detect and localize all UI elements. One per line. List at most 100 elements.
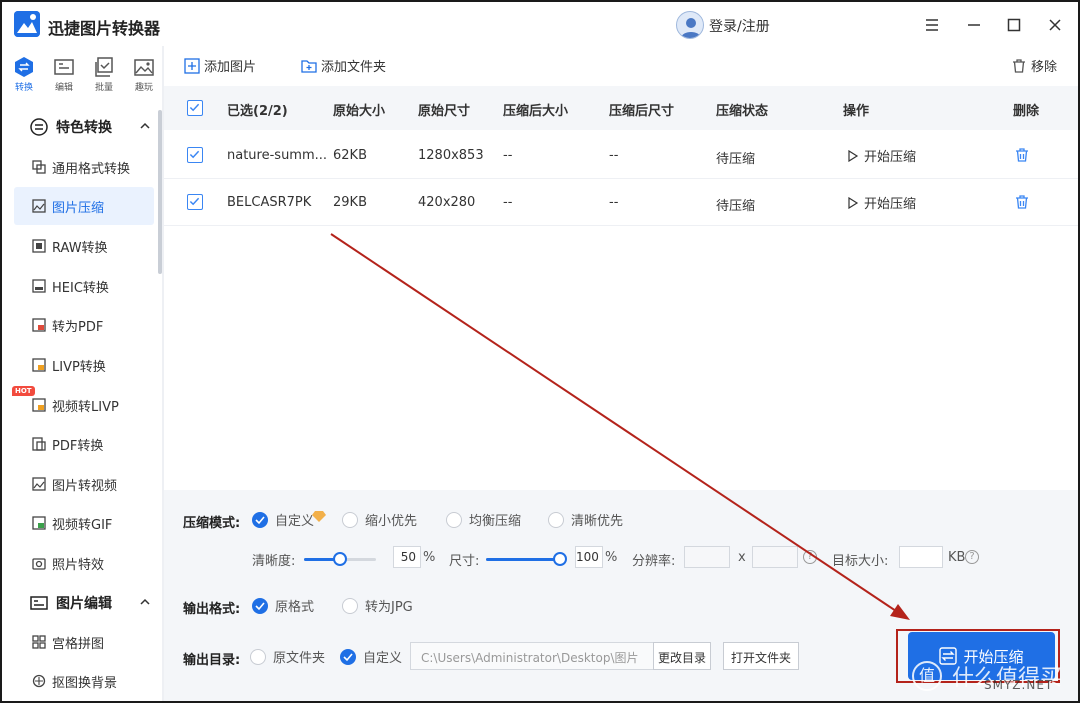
title-bar: 迅捷图片转换器 登录/注册: [2, 2, 1078, 46]
orig-dim: 1280x853: [418, 148, 484, 163]
size-slider[interactable]: [486, 552, 567, 566]
tab-convert[interactable]: 转换: [6, 56, 42, 93]
clarity-slider[interactable]: [304, 552, 376, 566]
table-header: 已选(2/2) 原始大小 原始尺寸 压缩后大小 压缩后尺寸 压缩状态 操作 删除: [164, 86, 1078, 130]
dir-original-radio[interactable]: 原文件夹: [250, 647, 325, 666]
trash-icon[interactable]: [1014, 147, 1030, 163]
sidebar-item-heic[interactable]: HEIC转换: [14, 267, 154, 305]
sidebar-item-livp[interactable]: LIVP转换: [14, 346, 154, 384]
grid-icon: [32, 635, 46, 649]
orig-size: 29KB: [333, 195, 367, 210]
sidebar-item-photo-effects[interactable]: 照片特效: [14, 544, 154, 582]
tab-fun[interactable]: 趣玩: [126, 56, 162, 93]
tab-batch[interactable]: 批量: [86, 56, 122, 93]
user-avatar-icon[interactable]: [676, 11, 704, 39]
header-selected: 已选(2/2): [227, 104, 288, 119]
clarity-input[interactable]: 50: [393, 546, 421, 568]
vip-diamond-icon: [312, 510, 327, 522]
login-link[interactable]: 登录/注册: [709, 16, 770, 36]
image-compress-icon: [32, 199, 46, 213]
orig-dim: 420x280: [418, 195, 476, 210]
sidebar-scrollbar[interactable]: [158, 110, 162, 274]
mode-custom-radio[interactable]: 自定义: [252, 510, 327, 529]
add-image-button[interactable]: 添加图片: [184, 56, 256, 75]
livp-icon: [32, 358, 46, 372]
select-all-checkbox[interactable]: [187, 100, 203, 116]
sidebar-item-image-to-video[interactable]: 图片转视频: [14, 465, 154, 503]
section-featured-convert[interactable]: 特色转换: [2, 108, 160, 146]
video-livp-icon: [32, 398, 46, 412]
mode-smaller-radio[interactable]: 缩小优先: [342, 510, 417, 529]
menu-icon[interactable]: [919, 12, 945, 38]
target-size-input[interactable]: [899, 546, 943, 568]
minimize-icon[interactable]: [961, 12, 987, 38]
row-start-button[interactable]: 开始压缩: [847, 193, 916, 212]
size-slider-handle[interactable]: [553, 552, 567, 566]
table-row: nature-summ... 62KB 1280x853 -- -- 待压缩 开…: [164, 132, 1078, 179]
mode-balanced-radio[interactable]: 均衡压缩: [446, 510, 521, 529]
add-image-icon: [184, 57, 200, 74]
row-start-button[interactable]: 开始压缩: [847, 146, 916, 165]
sidebar-item-image-compress[interactable]: 图片压缩: [14, 187, 154, 225]
clarity-label: 清晰度:: [252, 554, 296, 569]
mode-clarity-radio[interactable]: 清晰优先: [548, 510, 623, 529]
status-text: 待压缩: [716, 152, 756, 167]
clarity-percent: %: [423, 550, 436, 565]
sidebar-item-cutout-background[interactable]: 抠图换背景: [14, 662, 154, 700]
camera-icon: [32, 558, 46, 570]
watermark-sub: SMYZ.NET: [984, 678, 1054, 692]
sidebar-item-video-to-livp[interactable]: 视频转LIVP: [14, 386, 154, 424]
target-size-label: 目标大小:: [832, 554, 889, 569]
mode-label: 压缩模式:: [183, 516, 241, 531]
resolution-help-icon[interactable]: ?: [803, 550, 817, 564]
output-dir-label: 输出目录:: [183, 653, 241, 668]
sidebar-item-video-to-gif[interactable]: 视频转GIF: [14, 504, 154, 542]
raw-icon: [32, 239, 46, 253]
format-convert-icon: [32, 160, 46, 174]
sidebar-item-to-pdf[interactable]: 转为PDF: [14, 306, 154, 344]
sidebar-item-grid-collage[interactable]: 宫格拼图: [14, 623, 154, 661]
format-jpg-radio[interactable]: 转为JPG: [342, 596, 413, 615]
kb-unit: KB: [948, 550, 966, 565]
header-orig-size: 原始大小: [333, 104, 386, 119]
play-icon: [848, 149, 859, 162]
resolution-width-input[interactable]: [684, 546, 730, 568]
batch-icon: [95, 57, 113, 77]
remove-button[interactable]: 移除: [1011, 56, 1057, 75]
sidebar-item-raw[interactable]: RAW转换: [14, 227, 154, 265]
comp-size: --: [503, 195, 513, 210]
size-label: 尺寸:: [449, 554, 480, 569]
tab-edit[interactable]: 编辑: [46, 56, 82, 93]
format-original-radio[interactable]: 原格式: [252, 596, 314, 615]
sidebar-item-pdf-convert[interactable]: PDF转换: [14, 425, 154, 463]
target-help-icon[interactable]: ?: [965, 550, 979, 564]
size-percent: %: [605, 550, 618, 565]
trash-icon[interactable]: [1014, 194, 1030, 210]
comp-dim: --: [609, 195, 619, 210]
open-folder-button[interactable]: 打开文件夹: [723, 642, 799, 670]
edit-icon: [54, 59, 74, 75]
clarity-slider-handle[interactable]: [333, 552, 347, 566]
heic-icon: [32, 279, 46, 293]
add-folder-button[interactable]: 添加文件夹: [301, 56, 386, 75]
header-status: 压缩状态: [716, 104, 769, 119]
chevron-up-icon: [140, 122, 150, 129]
table-row: BELCASR7PK 29KB 420x280 -- -- 待压缩 开始压缩: [164, 179, 1078, 226]
output-path-input[interactable]: C:\Users\Administrator\Desktop\图片: [410, 642, 654, 670]
header-delete: 删除: [1013, 104, 1040, 119]
row-checkbox[interactable]: [187, 147, 203, 163]
close-icon[interactable]: [1042, 12, 1068, 38]
fun-icon: [134, 59, 154, 76]
change-dir-button[interactable]: 更改目录: [653, 642, 711, 670]
size-slider-fill: [486, 558, 560, 561]
sidebar-item-general-format[interactable]: 通用格式转换: [14, 148, 154, 186]
dir-custom-radio[interactable]: 自定义: [340, 647, 402, 666]
section-image-edit[interactable]: 图片编辑: [2, 584, 160, 622]
maximize-icon[interactable]: [1001, 12, 1027, 38]
size-input[interactable]: 100: [575, 546, 603, 568]
convert-icon: [15, 57, 33, 77]
resolution-height-input[interactable]: [752, 546, 798, 568]
pdf-icon: [32, 318, 46, 332]
row-checkbox[interactable]: [187, 194, 203, 210]
resolution-label: 分辨率:: [632, 554, 676, 569]
